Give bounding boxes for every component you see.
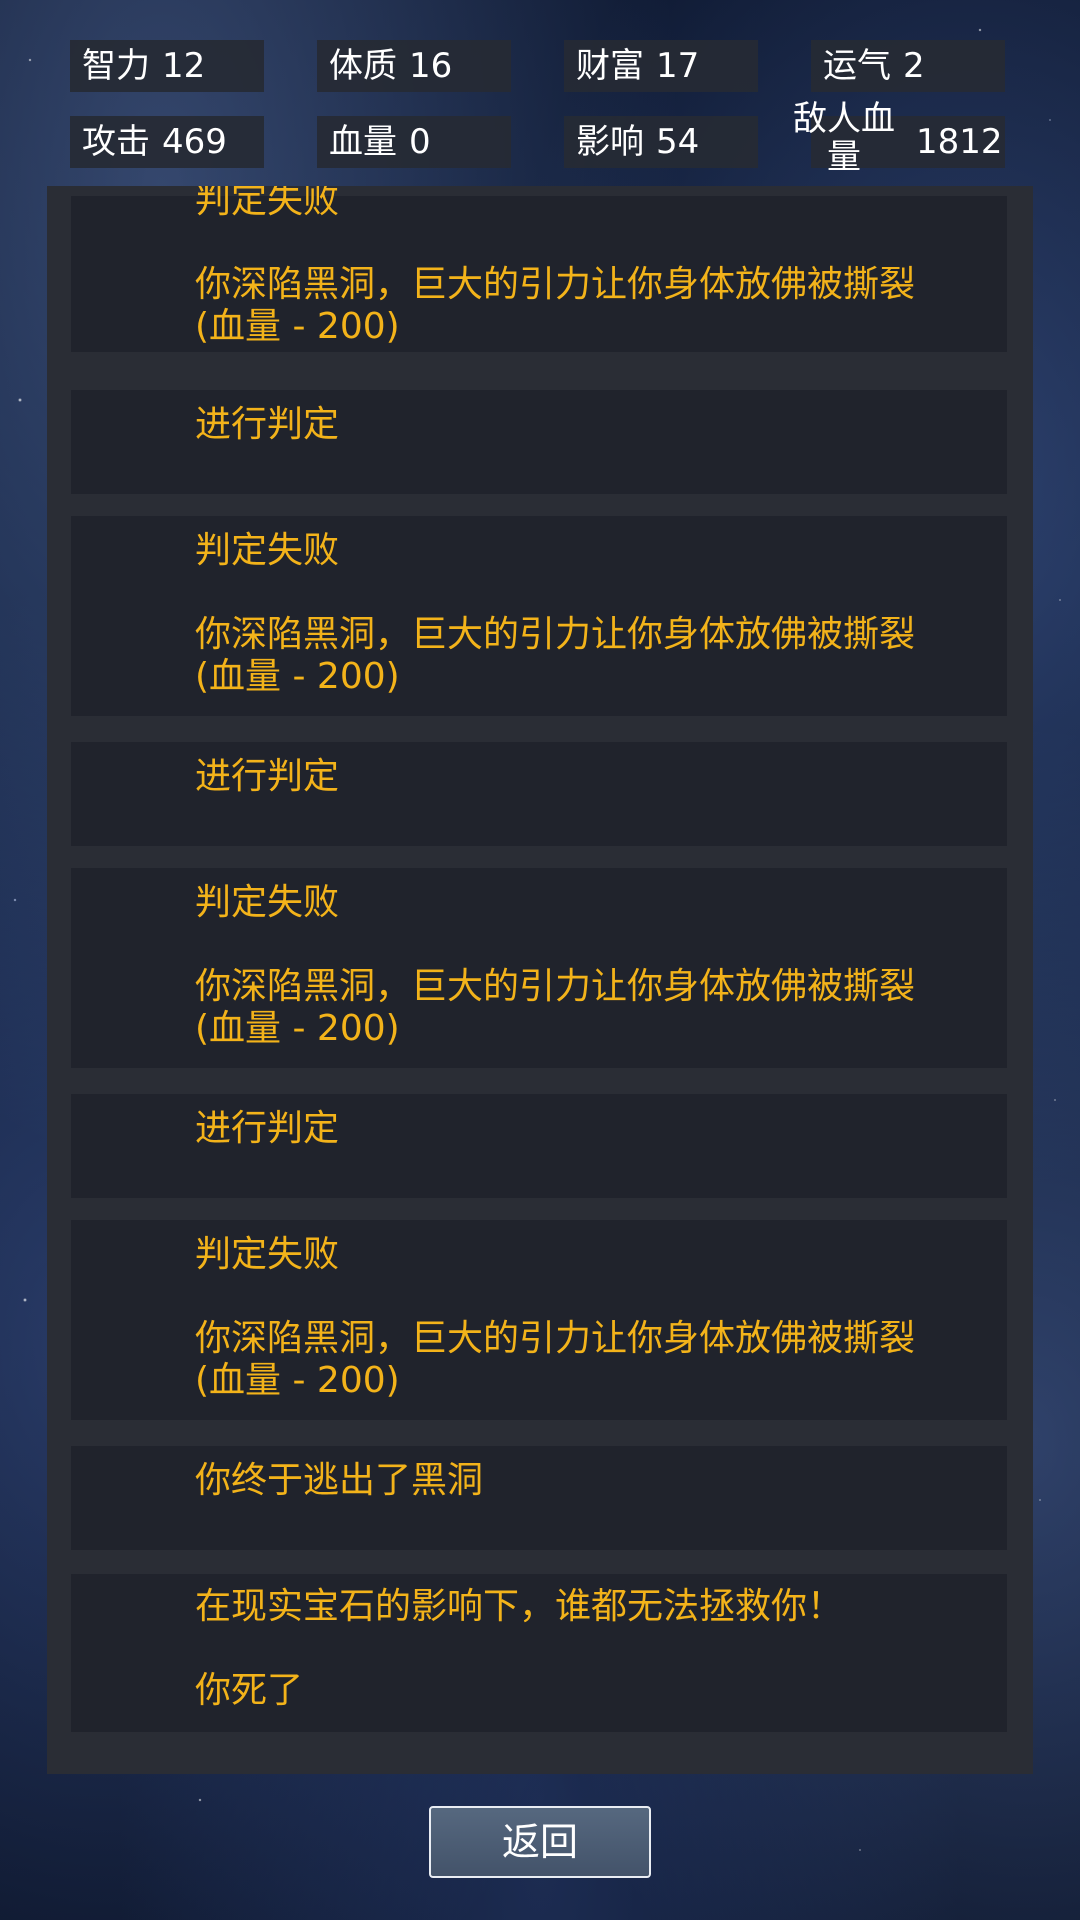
stat-intelligence: 智力 12 [70, 40, 264, 92]
stat-luck: 运气 2 [811, 40, 1005, 92]
stat-value: 16 [409, 46, 453, 86]
event-log-panel[interactable]: 判定失败 你深陷黑洞，巨大的引力让你身体放佛被撕裂(血量 - 200) 进行判定… [47, 186, 1033, 1774]
log-entry-text: 你终于逃出了黑洞 [195, 1460, 484, 1501]
log-entry-text: 判定失败 你深陷黑洞，巨大的引力让你身体放佛被撕裂(血量 - 200) [195, 882, 916, 1049]
stat-hp: 血量 0 [317, 116, 511, 168]
stat-influence: 影响 54 [564, 116, 758, 168]
stat-label: 智力 [82, 46, 150, 86]
log-entry-text: 判定失败 你深陷黑洞，巨大的引力让你身体放佛被撕裂(血量 - 200) [195, 530, 916, 697]
log-entry-text: 进行判定 [195, 1108, 340, 1149]
stat-label: 影响 [576, 122, 644, 162]
stat-label: 攻击 [82, 122, 150, 162]
stat-value: 469 [162, 122, 227, 162]
stat-enemy-hp-label-line1: 敌人血 [793, 99, 895, 139]
stat-label: 体质 [329, 46, 397, 86]
log-entry-text: 在现实宝石的影响下，谁都无法拯救你！ 你死了 [195, 1586, 844, 1711]
stat-enemy-hp-value: 1812 [916, 122, 1003, 162]
stat-value: 2 [903, 46, 925, 86]
log-entry-text: 进行判定 [195, 756, 340, 797]
stat-wealth: 财富 17 [564, 40, 758, 92]
log-entry-text: 你深陷黑洞，巨大的引力让你身体放佛被撕裂(血量 - 200) [195, 264, 916, 347]
log-entry-text: 判定失败 你深陷黑洞，巨大的引力让你身体放佛被撕裂(血量 - 200) [195, 1234, 916, 1401]
stat-enemy-hp-label: 敌人血 量 [785, 100, 903, 176]
stat-constitution: 体质 16 [317, 40, 511, 92]
stat-attack: 攻击 469 [70, 116, 264, 168]
stat-value: 0 [409, 122, 431, 162]
stat-value: 17 [656, 46, 700, 86]
log-entry-text: 判定失败 [195, 186, 340, 221]
back-button[interactable]: 返回 [429, 1806, 651, 1878]
stat-label: 运气 [823, 46, 891, 86]
stat-value: 12 [162, 46, 206, 86]
log-entry-text: 进行判定 [195, 404, 340, 445]
stat-value: 54 [656, 122, 700, 162]
stat-label: 财富 [576, 46, 644, 86]
stat-label: 血量 [329, 122, 397, 162]
stat-enemy-hp-label-line2: 量 [827, 137, 861, 177]
